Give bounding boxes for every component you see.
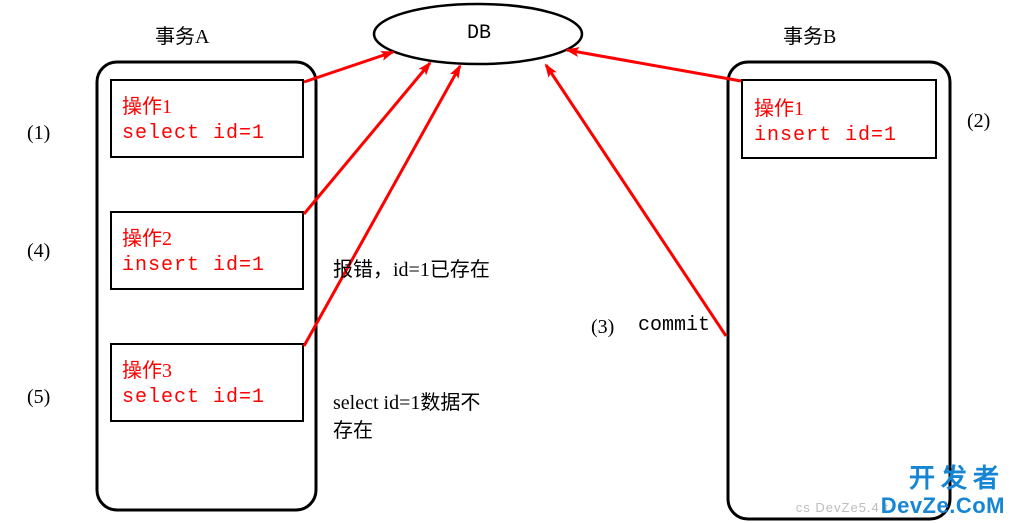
step-label-2: (2)	[967, 110, 990, 133]
step-label-3: (3)	[591, 316, 614, 339]
watermark-faint: cs DevZe5.4 t	[796, 500, 889, 515]
diagram-stage: DB 事务A 事务B 操作1 select id=1 (1) 操作2 inser…	[0, 0, 1019, 523]
transaction-a-title: 事务A	[155, 20, 209, 49]
op-b1-code: insert id=1	[754, 124, 897, 147]
step-label-1: (1)	[27, 122, 50, 145]
step-label-4: (4)	[27, 240, 50, 263]
op-a2-title: 操作2	[122, 222, 172, 251]
arrow-b1-to-db	[567, 50, 741, 81]
transaction-b-title: 事务B	[783, 20, 836, 49]
watermark-chinese: 开发者	[909, 458, 1005, 495]
arrow-a2-to-db	[304, 63, 430, 214]
op-a3-annotation-line2: 存在	[333, 414, 373, 443]
arrow-a3-to-db	[304, 66, 460, 346]
op-a2-annotation: 报错，id=1已存在	[333, 253, 490, 282]
arrow-b-commit-to-db	[546, 65, 726, 336]
arrow-a1-to-db	[304, 52, 393, 82]
op-a1-code: select id=1	[122, 122, 265, 145]
step-label-5: (5)	[27, 386, 50, 409]
db-label: DB	[467, 22, 491, 45]
op-a3-annotation-line1: select id=1数据不	[333, 386, 480, 415]
op-a3-code: select id=1	[122, 386, 265, 409]
op-b1-title: 操作1	[754, 92, 804, 121]
op-a1-title: 操作1	[122, 90, 172, 119]
op-a3-title: 操作3	[122, 354, 172, 383]
watermark-latin: DevZe.CoM	[881, 493, 1005, 519]
commit-text: commit	[638, 314, 710, 337]
op-a2-code: insert id=1	[122, 254, 265, 277]
